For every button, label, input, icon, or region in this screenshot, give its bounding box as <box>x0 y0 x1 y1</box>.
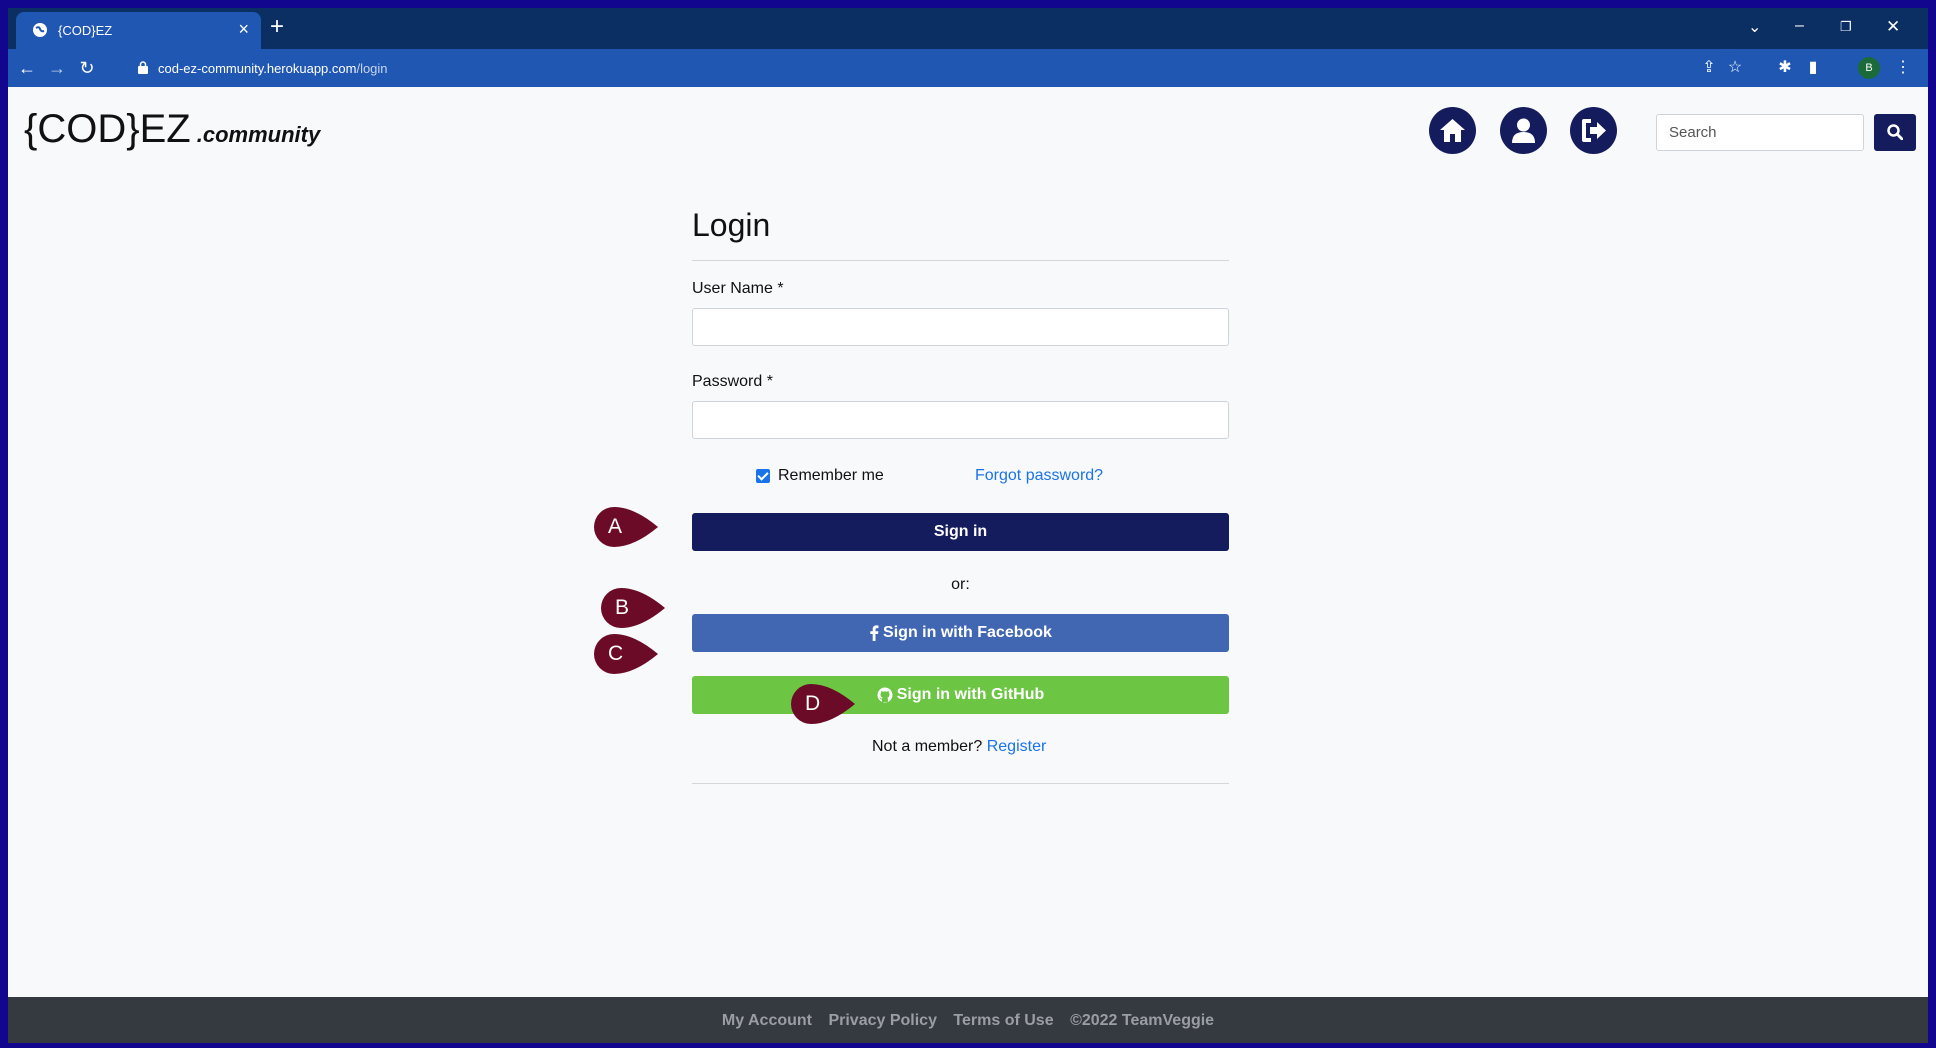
site-logo[interactable]: {COD}EZ .community <box>24 107 320 152</box>
close-tab-icon[interactable]: × <box>238 19 249 39</box>
extensions-icon[interactable]: ✱ <box>1774 57 1796 79</box>
main-content: Login User Name * Password * Remember me… <box>8 177 1928 997</box>
search-icon <box>1887 124 1903 140</box>
marker-shape <box>594 507 658 547</box>
bookmark-star-icon[interactable]: ☆ <box>1724 57 1746 79</box>
search-button[interactable] <box>1874 114 1916 151</box>
page-title: Login <box>692 207 771 243</box>
username-field[interactable] <box>692 308 1229 346</box>
marker-label: C <box>608 642 624 665</box>
marker-label: D <box>805 692 821 715</box>
new-tab-button[interactable]: + <box>270 15 284 39</box>
copyright-text: ©2022 TeamVeggie <box>1070 1012 1215 1029</box>
brand-main: {COD}EZ <box>24 107 191 151</box>
remember-label: Remember me <box>778 467 884 484</box>
tab-strip: {COD}EZ × + ⌄ – ❐ ✕ <box>8 8 1928 49</box>
remember-me[interactable]: Remember me <box>756 467 884 485</box>
url-host: cod-ez-community.herokuapp.com <box>158 61 357 76</box>
annotation-marker-b: B <box>601 588 665 628</box>
marker-shape <box>594 634 658 674</box>
sign-in-button[interactable]: Sign in <box>692 513 1229 551</box>
share-icon[interactable]: ⇪ <box>1698 57 1720 79</box>
annotation-marker-a: A <box>594 507 658 547</box>
profile-button[interactable] <box>1500 107 1547 154</box>
sign-in-label: Sign in <box>933 523 988 540</box>
address-bar[interactable]: cod-ez-community.herokuapp.com/login ⇪ ☆ <box>120 54 1742 82</box>
side-panel-icon[interactable]: ▮ <box>1802 57 1824 79</box>
globe-icon <box>33 23 47 37</box>
remember-checkbox[interactable] <box>756 469 770 483</box>
username-label: User Name * <box>692 280 784 297</box>
divider <box>692 260 1229 261</box>
lock-icon <box>138 61 148 74</box>
forward-icon[interactable]: → <box>46 57 68 79</box>
site-header: {COD}EZ .community <box>8 87 1928 177</box>
browser-toolbar: ← → ↻ cod-ez-community.herokuapp.com/log… <box>8 49 1928 87</box>
or-separator: or: <box>951 576 970 593</box>
tab-search-icon[interactable]: ⌄ <box>1748 17 1761 37</box>
menu-icon[interactable]: ⋮ <box>1892 57 1914 79</box>
url-path: /login <box>356 61 388 76</box>
register-prompt: Not a member? Register <box>872 738 1046 756</box>
reload-icon[interactable]: ↻ <box>76 57 98 79</box>
footer-link-privacy-policy[interactable]: Privacy Policy <box>828 1012 937 1029</box>
search-input[interactable] <box>1656 114 1864 151</box>
marker-shape <box>791 684 855 724</box>
github-icon <box>877 687 893 703</box>
browser-window: {COD}EZ × + ⌄ – ❐ ✕ ← → ↻ cod-ez-communi… <box>8 8 1928 1043</box>
close-window-button[interactable]: ✕ <box>1886 17 1900 37</box>
not-member-text: Not a member? <box>872 738 983 755</box>
facebook-sign-in-button[interactable]: Sign in with Facebook <box>692 614 1229 652</box>
register-link[interactable]: Register <box>987 738 1047 755</box>
home-icon <box>1440 119 1465 142</box>
home-button[interactable] <box>1429 107 1476 154</box>
site-footer: My Account Privacy Policy Terms of Use ©… <box>8 997 1928 1043</box>
user-icon <box>1512 118 1535 143</box>
url-text: cod-ez-community.herokuapp.com/login <box>158 61 388 76</box>
marker-label: B <box>615 596 630 619</box>
annotation-marker-c: C <box>594 634 658 674</box>
divider <box>692 783 1229 784</box>
footer-link-my-account[interactable]: My Account <box>722 1012 812 1029</box>
facebook-icon <box>870 625 879 641</box>
logout-button[interactable] <box>1570 107 1617 154</box>
password-field[interactable] <box>692 401 1229 439</box>
tab-title: {COD}EZ <box>58 23 113 38</box>
forgot-password-link[interactable]: Forgot password? <box>975 467 1103 485</box>
facebook-label: Sign in with Facebook <box>883 624 1052 641</box>
annotation-marker-d: D <box>791 684 855 724</box>
footer-links: My Account Privacy Policy Terms of Use ©… <box>8 1012 1928 1030</box>
marker-shape <box>601 588 665 628</box>
back-icon[interactable]: ← <box>16 57 38 79</box>
browser-tab[interactable]: {COD}EZ × <box>16 12 261 49</box>
footer-link-terms-of-use[interactable]: Terms of Use <box>953 1012 1053 1029</box>
minimize-button[interactable]: – <box>1795 17 1804 35</box>
brand-sub: .community <box>196 122 321 147</box>
profile-avatar[interactable]: B <box>1858 57 1880 79</box>
github-sign-in-button[interactable]: Sign in with GitHub <box>692 676 1229 714</box>
password-label: Password * <box>692 373 773 390</box>
marker-label: A <box>608 515 623 538</box>
sign-out-icon <box>1582 119 1606 142</box>
github-label: Sign in with GitHub <box>896 686 1045 703</box>
restore-button[interactable]: ❐ <box>1840 19 1852 35</box>
